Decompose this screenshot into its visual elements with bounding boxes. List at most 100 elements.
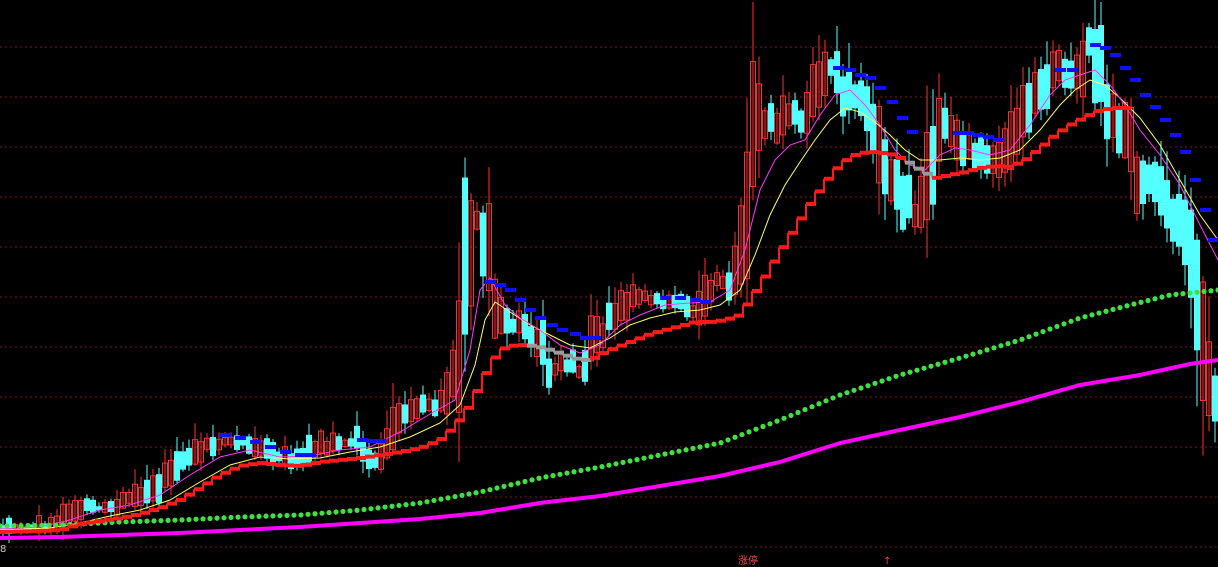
green-dot-marker — [1033, 331, 1039, 337]
green-dot-marker — [123, 519, 129, 525]
green-dot-marker — [753, 426, 759, 432]
stair-step — [1112, 106, 1122, 110]
green-dot-marker — [270, 513, 276, 519]
green-dot-marker — [837, 392, 843, 398]
stair-step — [248, 462, 258, 467]
candle-down — [900, 175, 906, 230]
stair-step — [707, 319, 717, 324]
green-dot-marker — [683, 447, 689, 453]
stair-step — [32, 529, 42, 534]
green-dot-marker — [333, 509, 339, 515]
candle-down — [354, 425, 360, 449]
stair-step — [572, 356, 582, 361]
green-dot-marker — [592, 465, 598, 471]
green-dot-marker — [921, 365, 927, 371]
green-dot-marker — [984, 347, 990, 353]
candle-down — [1176, 194, 1182, 247]
blue-step — [1208, 238, 1218, 242]
green-dot-marker — [459, 492, 465, 498]
candle-down — [1146, 164, 1152, 195]
candle-down — [792, 100, 798, 125]
green-dot-marker — [494, 485, 500, 491]
green-dot-marker — [319, 510, 325, 516]
green-dot-marker — [1145, 297, 1151, 304]
green-dot-marker — [550, 473, 556, 479]
green-dot-marker — [1194, 289, 1200, 295]
blue-step — [1150, 105, 1161, 109]
stair-step — [23, 529, 33, 534]
green-dot-marker — [872, 380, 878, 386]
green-dot-marker — [858, 385, 864, 391]
candle-down — [1116, 108, 1122, 154]
blue-step — [1055, 68, 1066, 72]
green-dot-marker — [1173, 291, 1179, 297]
green-dot-marker — [354, 507, 360, 513]
green-dot-marker — [970, 351, 976, 357]
green-dot-marker — [263, 513, 269, 519]
candle-down — [1026, 82, 1032, 133]
green-dot-marker — [900, 371, 906, 377]
green-dot-marker — [522, 478, 528, 485]
green-dot-marker — [179, 517, 185, 523]
green-dot-marker — [956, 355, 962, 361]
green-dot-marker — [452, 493, 458, 500]
candle-down — [546, 358, 552, 388]
green-dot-marker — [249, 514, 255, 520]
blue-step — [897, 116, 908, 120]
candle-down — [156, 474, 162, 504]
stair-step — [1103, 107, 1113, 112]
stair-step — [104, 517, 114, 522]
green-dot-marker — [599, 464, 605, 470]
green-dot-marker — [1138, 299, 1144, 305]
green-dot-marker — [1180, 291, 1186, 297]
green-dot-marker — [340, 508, 346, 515]
green-dot-marker — [382, 504, 388, 510]
candle-down — [1152, 161, 1158, 203]
blue-step — [485, 280, 496, 284]
blue-step — [983, 135, 994, 139]
stair-step — [518, 343, 528, 348]
candle-down — [540, 318, 546, 365]
green-dot-marker — [564, 470, 570, 476]
stair-step — [275, 462, 285, 467]
stair-step — [338, 457, 348, 462]
green-dot-marker — [228, 514, 234, 521]
stair-step — [383, 451, 393, 456]
stair-step — [1121, 106, 1131, 110]
green-dot-marker — [53, 522, 59, 528]
green-dot-marker — [697, 444, 703, 450]
green-dot-marker — [1124, 303, 1130, 309]
blue-step — [973, 133, 984, 137]
green-dot-marker — [739, 431, 745, 438]
green-dot-marker — [487, 487, 493, 493]
blue-step — [580, 336, 591, 340]
bottom-left-label: 8 — [0, 544, 7, 555]
green-dot-marker — [312, 511, 318, 517]
green-dot-marker — [830, 395, 836, 401]
green-dot-marker — [914, 367, 920, 373]
stair-step — [347, 456, 357, 461]
stair-step — [239, 463, 249, 468]
candle-down — [108, 501, 114, 513]
candle-down — [336, 436, 342, 451]
green-dot-marker — [130, 518, 136, 525]
green-dot-marker — [578, 467, 584, 474]
green-dot-marker — [207, 515, 213, 522]
green-dot-marker — [998, 343, 1004, 349]
green-dot-marker — [1075, 316, 1081, 322]
blue-step — [907, 130, 918, 134]
green-dot-marker — [1131, 301, 1137, 307]
green-dot-marker — [963, 353, 969, 359]
stair-step — [878, 150, 888, 155]
blue-step — [1200, 208, 1211, 212]
blue-step — [525, 308, 536, 312]
candle-down — [510, 318, 516, 333]
green-dot-marker — [291, 512, 297, 518]
candle-down — [210, 437, 216, 457]
green-dot-marker — [620, 459, 626, 465]
green-dot-marker — [11, 523, 17, 529]
stair-step — [257, 461, 267, 466]
candle-down — [930, 126, 936, 205]
candle-down — [882, 139, 888, 195]
candle-down — [846, 68, 852, 111]
